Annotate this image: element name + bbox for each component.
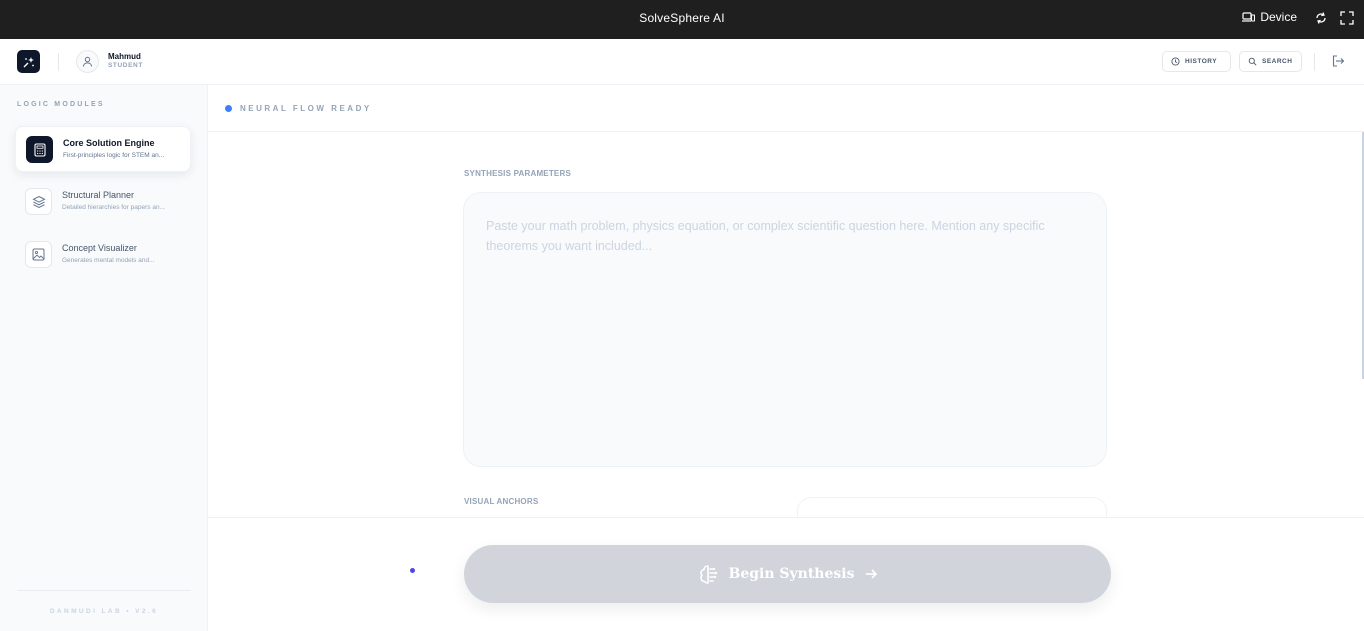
main-content: SYNTHESIS PARAMETERS Paste your math pro… (208, 132, 1364, 537)
app-logo[interactable] (17, 50, 40, 73)
calculator-icon (26, 136, 53, 163)
app-header: Mahmud STUDENT HISTORY SEARCH (0, 39, 1364, 85)
module-desc: Generates mental models and... (62, 257, 155, 264)
status-bar: NEURAL FLOW READY (208, 85, 1364, 132)
brain-icon (697, 563, 719, 585)
sidebar-footer: DANMUDI LAB • V2.6 (49, 608, 159, 615)
search-icon (1248, 57, 1257, 66)
loading-indicator-dot (410, 568, 415, 573)
module-title: Concept Visualizer (62, 243, 137, 253)
user-role: STUDENT (108, 62, 143, 69)
history-label: HISTORY (1185, 58, 1218, 65)
sidebar-divider (17, 590, 191, 591)
header-divider (58, 53, 59, 71)
status-dot (225, 105, 232, 112)
sparkle-logo-icon (22, 55, 36, 69)
status-text: NEURAL FLOW READY (240, 104, 372, 113)
sidebar-title: LOGIC MODULES (17, 101, 105, 108)
logout-icon[interactable] (1331, 54, 1345, 68)
device-icon (1242, 11, 1256, 23)
history-icon (1171, 57, 1180, 66)
module-desc: First-principles logic for STEM an... (63, 152, 165, 159)
module-title: Core Solution Engine (63, 138, 155, 148)
fullscreen-icon[interactable] (1340, 11, 1354, 25)
module-title: Structural Planner (62, 190, 135, 200)
module-structural-planner[interactable]: Structural Planner Detailed hierarchies … (15, 179, 191, 225)
device-toggle[interactable]: Device (1242, 10, 1297, 24)
module-core-solution-engine[interactable]: Core Solution Engine First-principles lo… (15, 126, 191, 172)
module-desc: Detailed hierarchies for papers an... (62, 204, 165, 211)
user-avatar[interactable] (76, 50, 99, 73)
begin-synthesis-button[interactable]: Begin Synthesis (464, 545, 1111, 603)
device-label: Device (1260, 10, 1297, 24)
prompt-textarea[interactable]: Paste your math problem, physics equatio… (463, 192, 1107, 467)
history-button[interactable]: HISTORY (1162, 51, 1231, 72)
user-name: Mahmud (108, 52, 141, 61)
begin-synthesis-label: Begin Synthesis (728, 566, 855, 582)
user-icon (82, 56, 93, 67)
image-icon (25, 241, 52, 268)
window-title: SolveSphere AI (639, 11, 725, 25)
header-divider-right (1314, 53, 1315, 71)
layers-icon (25, 188, 52, 215)
arrow-right-icon (864, 567, 878, 581)
sidebar: LOGIC MODULES Core Solution Engine First… (0, 85, 208, 631)
visual-anchors-label: VISUAL ANCHORS (464, 497, 539, 506)
window-titlebar: SolveSphere AI Device (0, 0, 1364, 39)
refresh-icon[interactable] (1314, 11, 1328, 25)
action-bar: Begin Synthesis (208, 517, 1364, 631)
search-button[interactable]: SEARCH (1239, 51, 1302, 72)
synthesis-parameters-label: SYNTHESIS PARAMETERS (464, 169, 571, 178)
search-label: SEARCH (1262, 58, 1293, 65)
module-concept-visualizer[interactable]: Concept Visualizer Generates mental mode… (15, 232, 191, 278)
